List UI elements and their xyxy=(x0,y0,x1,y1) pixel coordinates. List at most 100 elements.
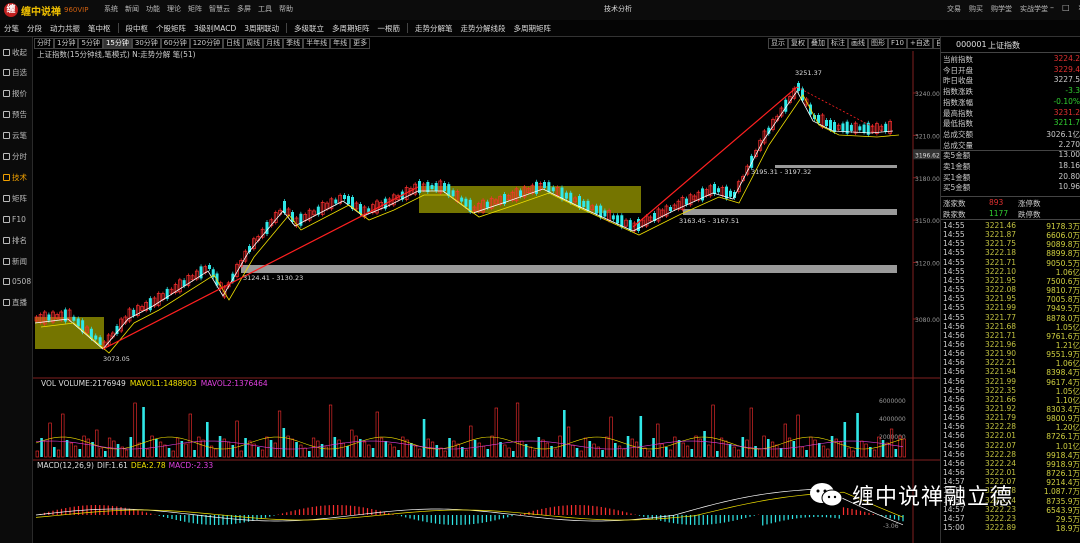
sidebar-item[interactable]: 分时 xyxy=(0,147,32,167)
menu-item[interactable]: 矩阵 xyxy=(188,4,202,14)
candle xyxy=(208,265,211,269)
chart-tool-button[interactable]: 叠加 xyxy=(808,38,828,49)
sidebar-item[interactable]: 直播 xyxy=(0,293,32,313)
tick-price: 3221.96 xyxy=(985,339,1017,349)
maximize-button[interactable]: □ xyxy=(1062,3,1070,12)
sidebar-item[interactable]: 技术 xyxy=(0,167,32,187)
tick-row: 14:55 3221.46 9178.3万 xyxy=(943,221,1080,231)
timeframe-tab[interactable]: 年线 xyxy=(330,38,351,49)
timeframe-tab[interactable]: 更多 xyxy=(350,38,371,49)
volume-bar xyxy=(732,446,736,458)
toolbar-button[interactable]: 3级别MACD xyxy=(190,23,240,34)
chart-tool-button[interactable]: 标注 xyxy=(828,38,848,49)
sidebar-item[interactable]: 收起 xyxy=(0,42,32,62)
toolbar-button[interactable]: 分笔 xyxy=(0,23,23,34)
chart-tool-button[interactable]: 显示 xyxy=(768,38,788,49)
menu-item[interactable]: 帮助 xyxy=(279,4,293,14)
volume-bar xyxy=(694,435,698,458)
toolbar-button[interactable]: 走势分解线段 xyxy=(457,23,510,34)
sidebar-item[interactable]: 矩阵 xyxy=(0,188,32,208)
toolbar-button[interactable]: 多周期矩阵 xyxy=(328,23,374,34)
volume-bar xyxy=(341,442,345,458)
timeframe-tab[interactable]: 5分钟 xyxy=(78,38,103,49)
menu-item[interactable]: 智慧云 xyxy=(209,4,230,14)
chart-canvas[interactable]: 3240.00 3210.00 3180.00 3150.00 3120.00 3080.… xyxy=(33,37,940,543)
toolbar-button[interactable]: 走势分解笔 xyxy=(411,23,457,34)
sidebar-item-label: 收起 xyxy=(12,47,27,57)
candle xyxy=(347,196,350,204)
trend-stroke xyxy=(796,86,874,128)
tick-time: 14:55 xyxy=(943,266,965,276)
timeframe-tab[interactable]: 日线 xyxy=(223,38,244,49)
sidebar-item[interactable]: 自选 xyxy=(0,63,32,83)
sidebar-item[interactable]: 预告 xyxy=(0,105,32,125)
volume-bar xyxy=(745,439,749,458)
chart-tool-button[interactable]: 复权 xyxy=(788,38,808,49)
sidebar-item[interactable]: 排名 xyxy=(0,230,32,250)
toolbar-button[interactable]: 段中枢 xyxy=(122,23,153,34)
toolbar-button[interactable]: 动力共振 xyxy=(46,23,84,34)
volume-bar xyxy=(69,442,73,458)
menu-item[interactable]: 系统 xyxy=(104,4,118,14)
quote-label: 当前指数 xyxy=(943,55,973,64)
menu-item[interactable]: 理论 xyxy=(167,4,181,14)
toolbar-button[interactable]: 多级联立 xyxy=(290,23,328,34)
timeframe-tab[interactable]: 1分钟 xyxy=(54,38,79,49)
toolbar-button[interactable]: 分段 xyxy=(23,23,46,34)
sidebar-icon xyxy=(3,153,10,160)
right-menu-item[interactable]: 交易 xyxy=(947,4,961,14)
toolbar-button[interactable]: 多周期矩阵 xyxy=(510,23,556,34)
timeframe-tab[interactable]: 半年线 xyxy=(303,38,331,49)
toolbar-button[interactable]: 个股矩阵 xyxy=(152,23,190,34)
volume-bar xyxy=(660,443,664,458)
timeframe-tab[interactable]: 季线 xyxy=(283,38,304,49)
candle xyxy=(713,184,716,194)
chart-tool-button[interactable]: +自选 xyxy=(906,38,933,49)
tick-row: 14:56 3222.07 1.01亿 xyxy=(943,441,1080,451)
quote-value: 3229.4 xyxy=(1053,64,1080,74)
timeframe-tab[interactable]: 分时 xyxy=(34,38,54,49)
volume-bar xyxy=(783,423,787,458)
volume-bar xyxy=(44,440,48,458)
quote-row: 总成交额 3026.1亿 xyxy=(943,129,1080,140)
app-name: 缠中说禅 xyxy=(21,6,61,18)
sidebar-item-label: 矩阵 xyxy=(12,193,27,203)
toolbar-button[interactable]: 一根筋 xyxy=(374,23,405,34)
minimize-button[interactable]: – xyxy=(1050,3,1054,12)
timeframe-tab[interactable]: 120分钟 xyxy=(189,38,224,49)
right-menu-item[interactable]: 实战学堂 xyxy=(1020,4,1048,14)
sidebar-item[interactable]: 0508 xyxy=(0,272,32,292)
menu-item[interactable]: 多屏 xyxy=(237,4,251,14)
breadth-label2: 涨停数 xyxy=(1018,199,1041,208)
sidebar-item[interactable]: 报价 xyxy=(0,84,32,104)
right-menu-item[interactable]: 购学堂 xyxy=(991,4,1012,14)
volume-bar xyxy=(579,450,583,458)
volume-bar xyxy=(226,441,231,458)
volume-bar xyxy=(545,442,549,458)
volume-bar xyxy=(775,444,779,458)
chart-tool-button[interactable]: 画线 xyxy=(848,38,868,49)
candle xyxy=(132,309,136,316)
timeframe-tab[interactable]: 30分钟 xyxy=(131,38,161,49)
timeframe-tab[interactable]: 60分钟 xyxy=(160,38,190,49)
menu-item[interactable]: 功能 xyxy=(146,4,160,14)
chart-tool-button[interactable]: F10 xyxy=(888,38,907,49)
toolbar-button[interactable]: 笔中枢 xyxy=(84,23,115,34)
timeframe-tab[interactable]: 周线 xyxy=(243,38,264,49)
volume-bar xyxy=(78,449,82,457)
tick-price: 3222.28 xyxy=(985,422,1017,432)
sidebar-item[interactable]: 云笔 xyxy=(0,126,32,146)
sidebar-item[interactable]: F10 xyxy=(0,209,32,229)
sidebar-item[interactable]: 新闻 xyxy=(0,251,32,271)
menu-item[interactable]: 新闻 xyxy=(125,4,139,14)
chart-tool-button[interactable]: 图形 xyxy=(868,38,888,49)
quote-row: 买5金额 10.96 xyxy=(943,182,1080,193)
timeframe-tab[interactable]: 月线 xyxy=(263,38,284,49)
menu-item[interactable]: 工具 xyxy=(258,4,272,14)
toolbar-button[interactable]: 3周期联动 xyxy=(240,23,283,34)
volume-bar xyxy=(724,440,728,458)
timeframe-tab[interactable]: 15分钟 xyxy=(102,38,132,49)
breadth-value: 893 xyxy=(989,198,1004,207)
volume-bar xyxy=(550,446,553,457)
right-menu-item[interactable]: 购买 xyxy=(969,4,983,14)
